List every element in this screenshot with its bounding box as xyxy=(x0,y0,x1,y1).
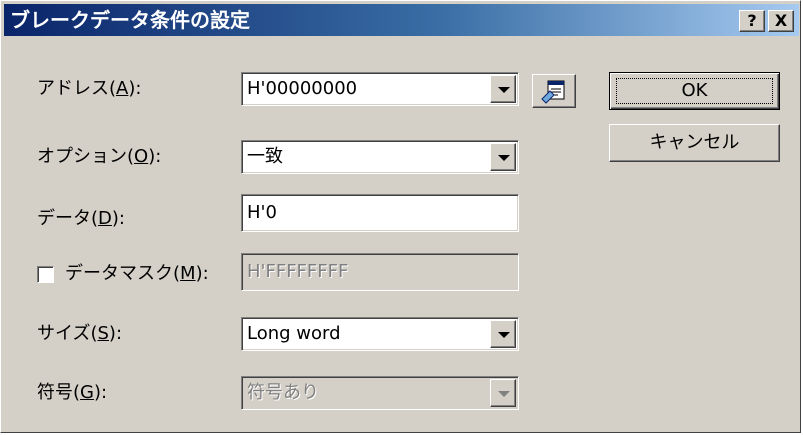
size-label: サイズ(S): xyxy=(37,323,123,344)
size-value: Long word xyxy=(247,323,341,344)
data-label: データ(D): xyxy=(37,208,125,229)
sign-value: 符号あり xyxy=(247,382,319,403)
ok-label: OK xyxy=(681,80,708,101)
data-mask-value: H'FFFFFFFF xyxy=(247,261,349,282)
chevron-down-icon xyxy=(498,332,510,338)
cancel-button[interactable]: キャンセル xyxy=(609,124,780,162)
cancel-label: キャンセル xyxy=(649,132,740,153)
close-button[interactable]: X xyxy=(768,10,794,32)
address-combobox[interactable]: H'00000000 xyxy=(241,72,519,106)
option-dropdown-button[interactable] xyxy=(490,143,516,171)
data-mask-checkbox[interactable] xyxy=(37,266,54,283)
window-title: ブレークデータ条件の設定 xyxy=(10,8,250,32)
address-value: H'00000000 xyxy=(247,78,358,99)
sign-dropdown-button xyxy=(490,379,516,407)
ok-button[interactable]: OK xyxy=(609,72,780,110)
data-value: H'0 xyxy=(247,202,277,223)
help-icon: ? xyxy=(747,11,757,30)
chevron-down-icon xyxy=(498,87,510,93)
sign-select: 符号あり xyxy=(241,376,519,410)
option-value: 一致 xyxy=(247,146,283,167)
data-mask-input: H'FFFFFFFF xyxy=(241,253,519,291)
break-data-condition-dialog: ブレークデータ条件の設定 ? X アドレス(A): H'00000000 OK xyxy=(0,0,801,433)
title-bar[interactable]: ブレークデータ条件の設定 ? X xyxy=(4,4,799,36)
chevron-down-icon xyxy=(498,155,510,161)
sign-label: 符号(G): xyxy=(37,382,108,403)
chevron-down-icon xyxy=(498,391,510,397)
address-dropdown-button[interactable] xyxy=(490,75,516,103)
address-label: アドレス(A): xyxy=(37,78,142,99)
option-select[interactable]: 一致 xyxy=(241,140,519,174)
data-input[interactable]: H'0 xyxy=(241,194,519,232)
size-select[interactable]: Long word xyxy=(241,317,519,351)
symbol-browse-icon xyxy=(541,80,565,104)
data-mask-label: データマスク(M): xyxy=(65,263,209,284)
option-label: オプション(O): xyxy=(37,146,162,167)
address-browse-button[interactable] xyxy=(532,74,576,108)
close-icon: X xyxy=(774,11,788,30)
help-button[interactable]: ? xyxy=(739,10,765,32)
size-dropdown-button[interactable] xyxy=(490,320,516,348)
